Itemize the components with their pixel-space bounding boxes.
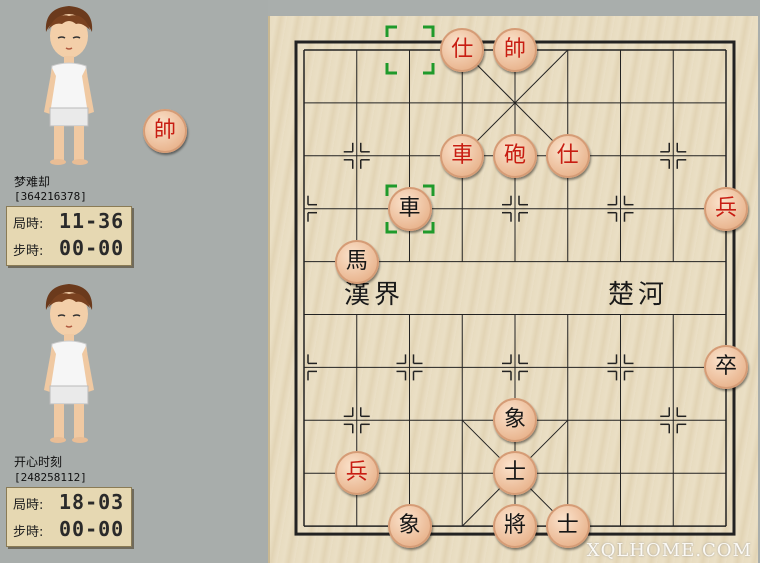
piece-label: 士 [503, 460, 526, 486]
player-panel: 梦难却 [364216378] 局時: 11-36 步時: 00-00 帥 开心… [0, 0, 268, 563]
piece-label: 仕 [451, 37, 474, 62]
piece-label: 帥 [503, 37, 526, 62]
red-piece[interactable]: 兵 [334, 451, 379, 496]
piece-label: 仕 [556, 142, 579, 168]
piece-label: 兵 [714, 195, 737, 221]
player1-timer: 局時: 11-36 步時: 00-00 [6, 206, 132, 266]
red-piece[interactable]: 仕 [545, 133, 590, 178]
black-piece[interactable]: 士 [493, 451, 537, 496]
red-piece[interactable]: 車 [440, 133, 485, 178]
piece-label: 卒 [714, 354, 737, 380]
red-piece[interactable]: 兵 [704, 186, 748, 231]
step-time-label: 步時: [13, 525, 44, 540]
piece-label: 砲 [503, 142, 526, 168]
game-time-label: 局時: [13, 217, 44, 232]
red-piece[interactable]: 砲 [493, 133, 537, 178]
black-piece[interactable]: 士 [545, 504, 590, 549]
selection-marker [385, 25, 434, 75]
player2-step-time: 00-00 [59, 517, 125, 541]
captured-piece-label: 帥 [153, 118, 176, 143]
player1-game-time: 11-36 [59, 209, 125, 233]
player2-id: [248258112] [14, 471, 87, 484]
piece-label: 馬 [345, 248, 368, 274]
player1-id: [364216378] [14, 190, 87, 203]
piece-label: 象 [398, 513, 421, 539]
piece-label: 將 [503, 513, 526, 539]
black-piece[interactable]: 將 [493, 504, 537, 549]
black-piece[interactable]: 車 [387, 186, 432, 231]
piece-label: 士 [556, 513, 579, 539]
red-piece[interactable]: 帥 [493, 28, 537, 72]
black-piece[interactable]: 馬 [334, 239, 379, 284]
piece-label: 車 [398, 195, 421, 221]
black-piece[interactable]: 象 [493, 398, 537, 443]
player2-game-time: 18-03 [59, 490, 125, 514]
red-piece[interactable]: 仕 [440, 28, 485, 72]
xiangqi-board[interactable]: 漢界 楚河 仕帥車砲仕車兵馬卒象兵士象將士 XQLHOME.COM [268, 16, 758, 563]
player1-step-time: 00-00 [59, 236, 125, 260]
player1-avatar [36, 2, 102, 170]
player2-timer: 局時: 18-03 步時: 00-00 [6, 487, 132, 547]
step-time-label: 步時: [13, 244, 44, 259]
piece-label: 象 [503, 407, 526, 433]
game-time-label: 局時: [13, 498, 44, 513]
watermark: XQLHOME.COM [586, 540, 752, 561]
player2-avatar [36, 280, 102, 448]
captured-piece: 帥 [143, 109, 187, 153]
piece-label: 車 [451, 142, 474, 168]
black-piece[interactable]: 象 [387, 504, 432, 549]
piece-label: 兵 [345, 460, 368, 486]
river-label-right: 楚河 [608, 280, 669, 310]
player2-name: 开心时刻 [14, 455, 63, 469]
player1-name: 梦难却 [14, 175, 51, 189]
